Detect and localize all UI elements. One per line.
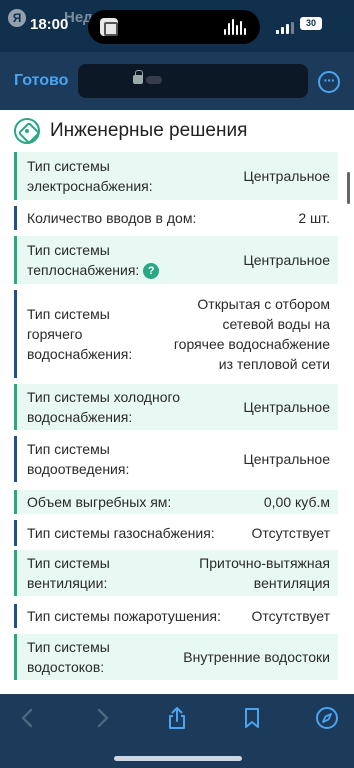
signal-icon (276, 22, 294, 34)
watermark-logo: Я (8, 9, 26, 27)
share-icon[interactable] (165, 706, 189, 730)
status-bar: Я 18:00 Недвижимость 30 (0, 0, 354, 52)
info-row: Тип системы водоотведения: Центральное (14, 436, 338, 482)
row-value: Приточно-вытяжная вентиляция (199, 555, 330, 591)
row-label: Объем выгребных ям: (27, 494, 172, 510)
info-row: Тип системы горячего водоснабжения: Откр… (14, 290, 338, 378)
status-time: 18:00 (30, 16, 69, 33)
info-row: Тип системы теплоснабжения:? Центральное (14, 236, 338, 284)
info-row: Объем выгребных ям: 0,00 куб.м (14, 490, 338, 514)
info-row: Количество вводов в дом: 2 шт. (14, 206, 338, 230)
scroll-indicator[interactable] (347, 172, 350, 204)
row-value: 2 шт. (298, 210, 330, 226)
dynamic-island (88, 10, 260, 44)
row-value: Внутренние водостоки (183, 649, 330, 665)
url-text-redacted (146, 76, 162, 84)
row-value: Отсутствует (251, 525, 330, 541)
row-value: Отсутствует (251, 608, 330, 624)
audio-wave-icon (224, 19, 246, 35)
more-icon[interactable]: ··· (318, 71, 340, 93)
info-row: Тип системы водостоков: Внутренние водос… (14, 634, 338, 680)
row-label-text: Тип системы теплоснабжения: (27, 242, 140, 278)
battery-icon: 30 (300, 17, 322, 30)
home-indicator (114, 756, 242, 761)
browser-header: Готово ··· (0, 52, 354, 110)
chevron-left-icon[interactable] (16, 706, 40, 730)
row-label: Тип системы вентиляции: (27, 555, 110, 591)
gear-badge-icon (14, 118, 40, 144)
info-row: Тип системы газоснабжения: Отсутствует (14, 520, 338, 546)
row-value: Центральное (243, 451, 330, 467)
compass-icon[interactable] (315, 706, 339, 730)
row-label: Тип системы холодного водоснабжения: (27, 389, 181, 425)
help-icon[interactable]: ? (143, 263, 160, 280)
row-label: Тип системы горячего водоснабжения: (27, 306, 133, 362)
url-bar[interactable] (78, 64, 308, 98)
page-content: Инженерные решения Тип системы электросн… (0, 110, 354, 694)
bookmark-icon[interactable] (240, 706, 264, 730)
row-label: Тип системы теплоснабжения:? (17, 240, 177, 280)
done-button[interactable]: Готово (14, 72, 68, 90)
row-value: Центральное (243, 399, 330, 415)
row-label: Тип системы газоснабжения: (27, 525, 215, 541)
info-row: Тип системы вентиляции: Приточно-вытяжна… (14, 550, 338, 596)
section-header: Инженерные решения (14, 116, 247, 146)
row-value: Открытая с отбором сетевой воды на горяч… (173, 296, 330, 372)
row-value: Центральное (243, 252, 330, 268)
row-label: Тип системы водоотведения: (27, 441, 130, 477)
row-label: Количество вводов в дом: (27, 210, 197, 226)
info-row: Тип системы холодного водоснабжения: Цен… (14, 384, 338, 430)
row-label: Тип системы водостоков: (27, 639, 110, 675)
chevron-right-icon[interactable] (90, 706, 114, 730)
row-value: 0,00 куб.м (263, 494, 330, 510)
section-title: Инженерные решения (50, 120, 248, 141)
row-label: Тип системы пожаротушения: (27, 608, 221, 624)
info-row: Тип системы электроснабжения: Центрально… (14, 152, 338, 200)
row-label: Тип системы электроснабжения: (27, 158, 153, 194)
app-icon (100, 18, 118, 36)
info-row: Тип системы пожаротушения: Отсутствует (14, 604, 338, 628)
lock-icon (133, 70, 143, 84)
row-value: Центральное (243, 168, 330, 184)
